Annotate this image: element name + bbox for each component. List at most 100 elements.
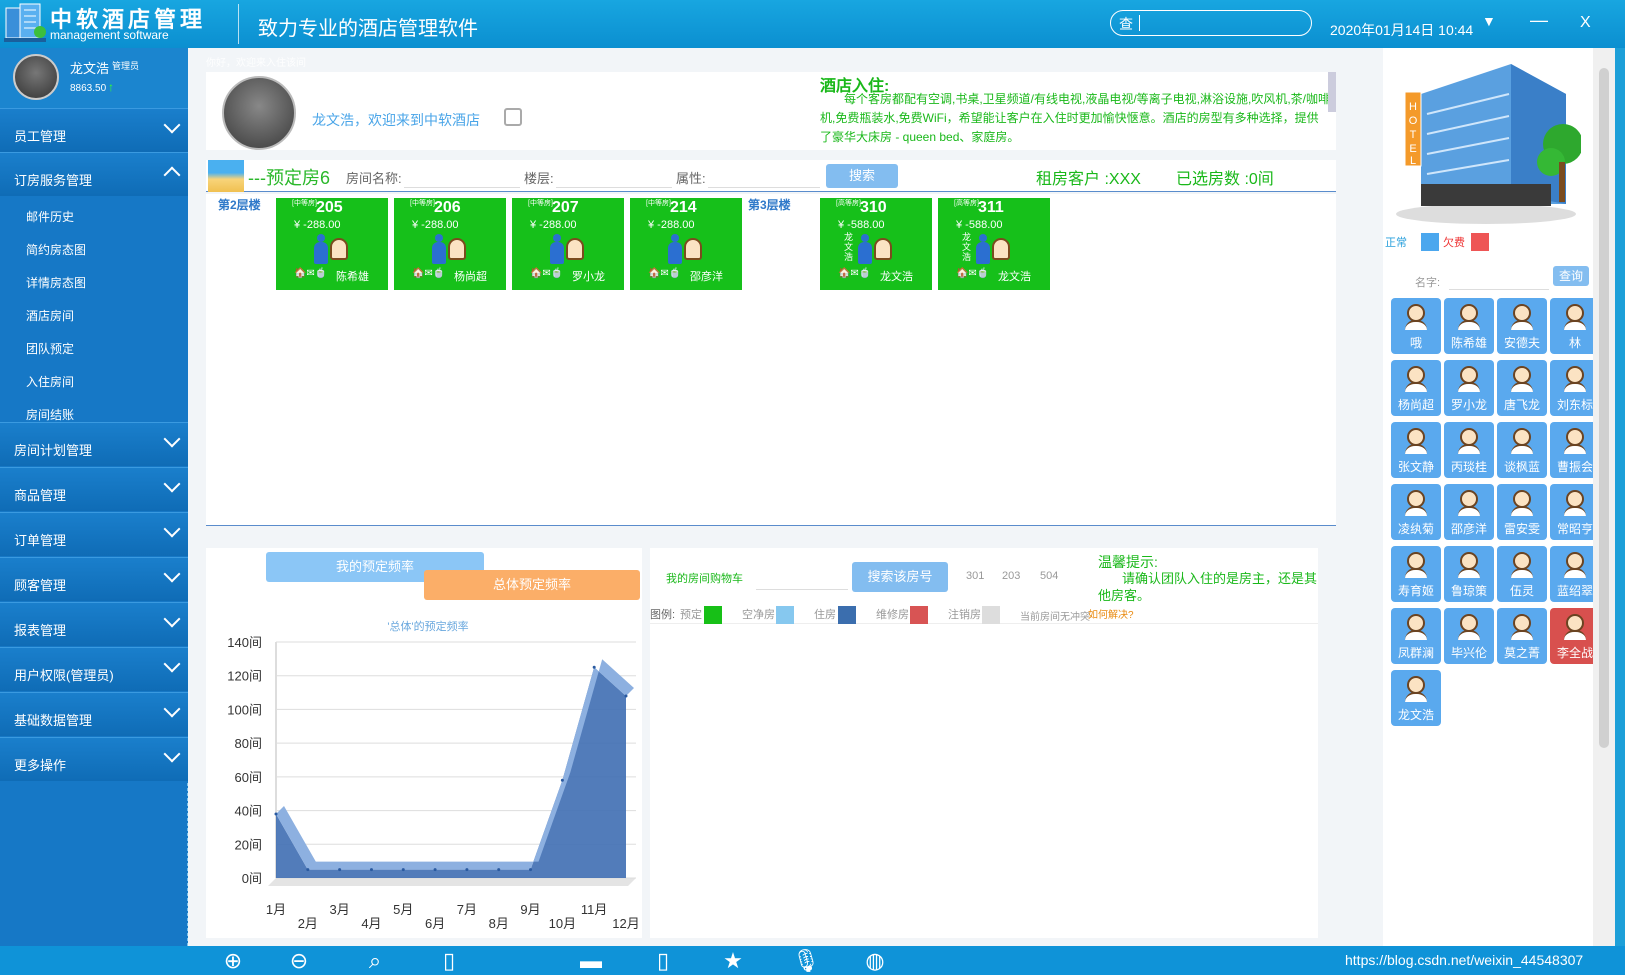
- menu-booking-service[interactable]: 订房服务管理: [0, 152, 188, 196]
- guest-card[interactable]: 安德夫: [1497, 298, 1547, 354]
- y-tick-label: 20间: [235, 837, 262, 852]
- how-to-solve-link[interactable]: 如何解决?: [1088, 606, 1134, 621]
- microphone-icon[interactable]: 🎙: [792, 948, 820, 974]
- room-card-206[interactable]: [中等房] 206 ¥ -288.00 🏠✉🍵 杨尚超: [394, 198, 506, 290]
- menu-more[interactable]: 更多操作: [0, 737, 188, 781]
- guest-card[interactable]: 龙文浩: [1391, 670, 1441, 726]
- y-tick-label: 120间: [227, 669, 262, 684]
- tab-overall-frequency[interactable]: 总体预定频率: [424, 570, 640, 600]
- guest-card[interactable]: 陈希雄: [1444, 298, 1494, 354]
- guest-card[interactable]: 邵彦洋: [1444, 484, 1494, 540]
- guest-card[interactable]: 凌纨菊: [1391, 484, 1441, 540]
- guest-name: 凌纨菊: [1397, 522, 1434, 536]
- renter-text: 租房客户 :XXX: [1036, 171, 1141, 188]
- menu-staff[interactable]: 员工管理: [0, 108, 188, 152]
- star-icon[interactable]: ★: [720, 948, 746, 974]
- submenu-checkin-rooms[interactable]: 入住房间: [0, 363, 188, 397]
- scrollbar[interactable]: [1593, 48, 1615, 946]
- avatar[interactable]: [222, 76, 296, 150]
- menu-customers[interactable]: 顾客管理: [0, 557, 188, 601]
- avatar[interactable]: [13, 54, 59, 100]
- guest-card[interactable]: 杨尚超: [1391, 360, 1441, 416]
- room-type: [中等房]: [646, 200, 671, 207]
- room-guest-name: 邵彦洋: [690, 271, 723, 283]
- room-legend: 图例: 预定 空净房 住房 维修房 注销房 当前房间无冲突 如何解决?: [650, 604, 1318, 624]
- room-toolbar: ---预定房6 房间名称: 楼层: 属性: 搜索 租房客户 :XXX 已选房数 …: [206, 160, 1336, 192]
- legend-label: 空净房: [742, 609, 775, 621]
- scrollbar-thumb[interactable]: [1599, 68, 1609, 748]
- room-name-input[interactable]: [404, 164, 520, 188]
- guest-card[interactable]: 丙琰桂: [1444, 422, 1494, 478]
- guest-body-icon: [1458, 568, 1480, 578]
- dropdown-icon[interactable]: ▼: [1482, 13, 1496, 29]
- guest-card[interactable]: 寿育姬: [1391, 546, 1441, 602]
- guest-card[interactable]: 雷安雯: [1497, 484, 1547, 540]
- guest-card[interactable]: 谈枫蓝: [1497, 422, 1547, 478]
- search-button[interactable]: 搜索: [826, 164, 898, 188]
- cart-room-number[interactable]: 203: [1002, 570, 1020, 582]
- chevron-down-icon: [163, 700, 181, 718]
- room-service-icons: 🏠✉🍵: [648, 268, 682, 279]
- search-room-button[interactable]: 搜索该房号: [852, 562, 948, 592]
- guest-card[interactable]: 鲁琼策: [1444, 546, 1494, 602]
- minimize-icon[interactable]: —: [1530, 10, 1548, 31]
- guest-card[interactable]: 凤群澜: [1391, 608, 1441, 664]
- room-number: 206: [434, 199, 461, 216]
- menu-base-data[interactable]: 基础数据管理: [0, 692, 188, 736]
- x-tick-label: 12月: [612, 916, 639, 931]
- phone-icon[interactable]: ▯: [436, 948, 462, 974]
- header-divider: [238, 4, 239, 44]
- globe-icon[interactable]: ◍: [862, 948, 888, 974]
- zoom-in-icon[interactable]: ⊕: [220, 948, 246, 974]
- floor-input[interactable]: [556, 164, 672, 188]
- guest-card[interactable]: 毕兴伦: [1444, 608, 1494, 664]
- attribute-label: 属性:: [676, 171, 706, 186]
- room-card-207[interactable]: [中等房] 207 ¥ -288.00 🏠✉🍵 罗小龙: [512, 198, 624, 290]
- cart-room-number[interactable]: 504: [1040, 570, 1058, 582]
- name-search-input[interactable]: [1449, 270, 1549, 290]
- guest-card[interactable]: 哦: [1391, 298, 1441, 354]
- zoom-out-icon[interactable]: ⊖: [286, 948, 312, 974]
- cart-room-number[interactable]: 301: [966, 570, 984, 582]
- submenu-simple-room-map[interactable]: 简约房态图: [0, 231, 188, 265]
- scrollbar[interactable]: [1328, 72, 1336, 112]
- room-name-label: 房间名称:: [346, 171, 402, 186]
- global-search-input[interactable]: 查: [1110, 10, 1312, 36]
- room-card-214[interactable]: [中等房] 214 ¥ -288.00 🏠✉🍵 邵彦洋: [630, 198, 742, 290]
- booked-rooms-title: ---预定房6: [248, 168, 330, 188]
- beach-icon: [208, 160, 244, 192]
- search-icon[interactable]: ⌕: [362, 948, 388, 974]
- submenu-group-booking[interactable]: 团队预定: [0, 330, 188, 364]
- guest-card[interactable]: 张文静: [1391, 422, 1441, 478]
- submenu-mail-history[interactable]: 邮件历史: [0, 198, 188, 232]
- menu-reports[interactable]: 报表管理: [0, 602, 188, 646]
- tablet-icon[interactable]: ▯: [650, 948, 676, 974]
- menu-room-plan[interactable]: 房间计划管理: [0, 422, 188, 466]
- room-card-310[interactable]: [高等房] 310 ¥ -588.00 龙文浩 🏠✉🍵 龙文浩: [820, 198, 932, 290]
- data-point: [433, 868, 437, 872]
- guest-body-icon: [1458, 630, 1480, 640]
- submenu-detail-room-map[interactable]: 详情房态图: [0, 264, 188, 298]
- menu-goods[interactable]: 商品管理: [0, 467, 188, 511]
- guest-card[interactable]: 唐飞龙: [1497, 360, 1547, 416]
- room-card-311[interactable]: [高等房] 311 ¥ -588.00 龙文浩 🏠✉🍵 龙文浩: [938, 198, 1050, 290]
- room-card-205[interactable]: [中等房] 205 ¥ -288.00 🏠✉🍵 陈希雄: [276, 198, 388, 290]
- submenu-hotel-rooms[interactable]: 酒店房间: [0, 297, 188, 331]
- menu-orders[interactable]: 订单管理: [0, 512, 188, 556]
- close-icon[interactable]: X: [1580, 14, 1591, 32]
- guest-card[interactable]: 伍灵: [1497, 546, 1547, 602]
- game-console-icon[interactable]: ▬: [578, 948, 604, 974]
- attribute-input[interactable]: [708, 164, 820, 188]
- welcome-checkbox[interactable]: [504, 108, 522, 126]
- chevron-down-icon: [163, 475, 181, 493]
- guest-card[interactable]: 莫之菁: [1497, 608, 1547, 664]
- guest-avatar-icon: [566, 238, 584, 260]
- query-button[interactable]: 查询: [1553, 266, 1589, 286]
- legend-booked: 预定: [680, 606, 722, 624]
- menu-user-permissions[interactable]: 用户权限(管理员): [0, 647, 188, 691]
- text-cursor: [1139, 15, 1140, 31]
- data-point: [497, 868, 501, 872]
- guest-name: 龙文浩: [1397, 708, 1434, 722]
- cart-room-input[interactable]: [756, 564, 848, 590]
- guest-card[interactable]: 罗小龙: [1444, 360, 1494, 416]
